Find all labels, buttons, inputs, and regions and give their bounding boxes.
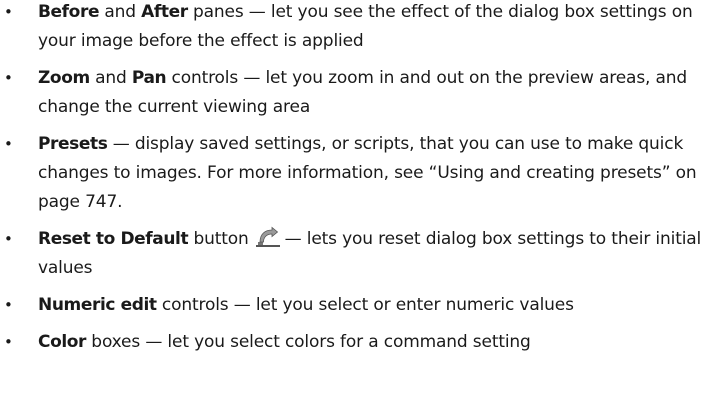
list-item-before-after-panes: • Before and After panes — let you see t…	[0, 0, 713, 56]
term-pan: Pan	[131, 68, 167, 88]
bullet: •	[4, 296, 13, 314]
item-description: controls — let you select or enter numer…	[156, 295, 574, 315]
bullet: •	[4, 135, 13, 153]
list-item-presets: • Presets — display saved settings, or s…	[0, 130, 713, 217]
feature-bullet-list: • Before and After panes — let you see t…	[0, 0, 713, 357]
list-item-numeric-edit: • Numeric edit controls — let you select…	[0, 291, 713, 320]
term-joiner: and	[99, 2, 142, 22]
bullet: •	[4, 3, 13, 21]
term-joiner: and	[89, 68, 132, 88]
list-item-reset-to-default: • Reset to Default button — lets you res…	[0, 225, 713, 283]
term-before: Before	[38, 2, 100, 22]
item-description: button	[188, 229, 249, 249]
term-numeric-edit: Numeric edit	[38, 295, 157, 315]
term-presets: Presets	[38, 134, 108, 154]
bullet: •	[4, 69, 13, 87]
term-after: After	[141, 2, 188, 22]
bullet: •	[4, 230, 13, 248]
item-description: — display saved settings, or scripts, th…	[38, 134, 697, 212]
term-zoom: Zoom	[38, 68, 90, 88]
list-item-color-boxes: • Color boxes — let you select colors fo…	[0, 328, 713, 357]
list-item-zoom-pan-controls: • Zoom and Pan controls — let you zoom i…	[0, 64, 713, 122]
item-description: boxes — let you select colors for a comm…	[86, 332, 531, 352]
term-color: Color	[38, 332, 87, 352]
reset-to-default-icon	[255, 226, 281, 248]
bullet: •	[4, 333, 13, 351]
term-reset-to-default: Reset to Default	[38, 229, 189, 249]
